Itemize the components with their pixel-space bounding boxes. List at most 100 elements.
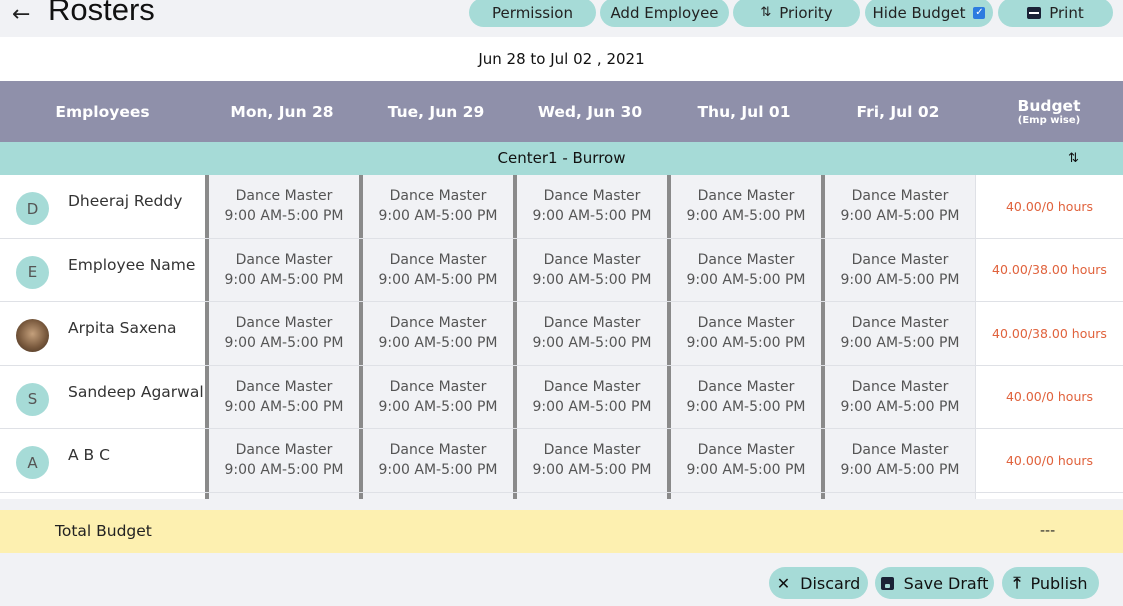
employee-name[interactable]: Sandeep Agarwal: [68, 383, 204, 401]
shift-time: 9:00 AM-5:00 PM: [840, 208, 960, 224]
shift-cell[interactable]: Dance Master 9:00 AM-5:00 PM: [821, 302, 975, 365]
shift-cell[interactable]: Dance Master 9:00 AM-5:00 PM: [205, 429, 359, 492]
arrow-left-icon[interactable]: ←: [12, 2, 30, 27]
shift-cell[interactable]: [667, 492, 821, 499]
column-header-day: Fri, Jul 02: [856, 102, 940, 121]
shift-cell[interactable]: Dance Master 9:00 AM-5:00 PM: [667, 238, 821, 301]
discard-button[interactable]: ✕ Discard: [769, 567, 868, 599]
shift-cell[interactable]: Dance Master 9:00 AM-5:00 PM: [821, 429, 975, 492]
table-row: AA B C Dance Master 9:00 AM-5:00 PM Dance M…: [0, 429, 1123, 493]
save-draft-button[interactable]: Save Draft: [875, 567, 994, 599]
roster-table-body: D Dheeraj Reddy Dance Master 9:00 AM-5:00 P…: [0, 175, 1123, 499]
shift-cell[interactable]: Dance Master 9:00 AM-5:00 PM: [359, 175, 513, 238]
shift-role: Dance Master: [389, 378, 487, 395]
shift-cell[interactable]: Dance Master 9:00 AM-5:00 PM: [513, 238, 667, 301]
shift-cell[interactable]: Dance Master 9:00 AM-5:00 PM: [513, 365, 667, 428]
shift-cell[interactable]: Dance Master 9:00 AM-5:00 PM: [821, 365, 975, 428]
table-row: E Employee Name Dance Master 9:00 AM-5:00 P…: [0, 238, 1123, 302]
shift-cell[interactable]: Dance Master 9:00 AM-5:00 PM: [821, 175, 975, 238]
shift-cell[interactable]: Dance Master 9:00 AM-5:00 PM: [205, 365, 359, 428]
employee-cell: [0, 492, 205, 499]
shift-cell[interactable]: [359, 492, 513, 499]
shift-time: 9:00 AM-5:00 PM: [840, 462, 960, 478]
date-range: Jun 28 to Jul 02 , 2021: [0, 37, 1123, 81]
shift-role: Dance Master: [235, 442, 333, 458]
hide-budget-label: Hide Budget: [872, 3, 966, 22]
shift-cell[interactable]: Dance Master 9:00 AM-5:00 PM: [667, 175, 821, 238]
shift-cell[interactable]: Dance Master 9:00 AM-5:00 PM: [359, 302, 513, 365]
print-label: Print: [1049, 3, 1084, 22]
shift-time: 9:00 AM-5:00 PM: [378, 208, 498, 224]
table-row: D Dheeraj Reddy Dance Master 9:00 AM-5:00 P…: [0, 175, 1123, 239]
employee-budget: 40.00/0 hours: [975, 429, 1123, 492]
shift-role: Dance Master: [697, 251, 795, 268]
shift-time: 9:00 AM-5:00 PM: [224, 398, 344, 415]
add-employee-button[interactable]: Add Employee: [600, 0, 729, 27]
shift-cell[interactable]: Dance Master 9:00 AM-5:00 PM: [513, 175, 667, 238]
shift-cell[interactable]: Dance Master 9:00 AM-5:00 PM: [359, 238, 513, 301]
publish-upload-icon: ⤒: [1013, 573, 1021, 592]
sort-priority-icon[interactable]: ⇅: [1068, 142, 1079, 175]
column-header-day: Mon, Jun 28: [230, 102, 334, 121]
checkbox-checked-icon[interactable]: ✓: [973, 6, 986, 19]
shift-time: 9:00 AM-5:00 PM: [532, 208, 652, 224]
shift-time: 9:00 AM-5:00 PM: [378, 271, 498, 288]
shift-cell[interactable]: Dance Master 9:00 AM-5:00 PM: [205, 175, 359, 238]
avatar: A: [16, 446, 49, 479]
hide-budget-toggle[interactable]: Hide Budget ✓: [865, 0, 993, 27]
permission-button[interactable]: Permission: [469, 0, 596, 27]
shift-cell[interactable]: Dance Master 9:00 AM-5:00 PM: [513, 302, 667, 365]
shift-role: Dance Master: [235, 188, 333, 204]
publish-button[interactable]: ⤒ Publish: [1002, 567, 1099, 599]
shift-cell[interactable]: [205, 492, 359, 499]
shift-time: 9:00 AM-5:00 PM: [840, 271, 960, 288]
shift-cell[interactable]: [513, 492, 667, 499]
shift-time: 9:00 AM-5:00 PM: [840, 335, 960, 351]
shift-role: Dance Master: [851, 315, 949, 331]
shift-cell[interactable]: Dance Master 9:00 AM-5:00 PM: [667, 365, 821, 428]
table-header: Employees Mon, Jun 28 Tue, Jun 29 Wed, J…: [0, 81, 1123, 142]
employee-name[interactable]: Arpita Saxena: [68, 319, 177, 337]
shift-cell[interactable]: Dance Master 9:00 AM-5:00 PM: [667, 429, 821, 492]
shift-cell[interactable]: Dance Master 9:00 AM-5:00 PM: [359, 365, 513, 428]
shift-role: Dance Master: [543, 251, 641, 268]
shift-cell[interactable]: [821, 492, 975, 499]
shift-cell[interactable]: Dance Master 9:00 AM-5:00 PM: [205, 302, 359, 365]
total-budget-row: Total Budget ---: [0, 510, 1123, 553]
shift-role: Dance Master: [543, 315, 641, 331]
shift-time: 9:00 AM-5:00 PM: [532, 335, 652, 351]
priority-button[interactable]: ⇅ Priority: [733, 0, 860, 27]
employee-name[interactable]: Dheeraj Reddy: [68, 192, 182, 210]
shift-role: Dance Master: [389, 315, 487, 331]
print-icon: [1027, 6, 1042, 19]
employee-name[interactable]: A B C: [68, 446, 110, 464]
employee-name[interactable]: Employee Name: [68, 256, 195, 274]
shift-role: Dance Master: [235, 315, 333, 331]
shift-cell[interactable]: Dance Master 9:00 AM-5:00 PM: [205, 238, 359, 301]
shift-role: Dance Master: [851, 188, 949, 204]
shift-cell[interactable]: Dance Master 9:00 AM-5:00 PM: [513, 429, 667, 492]
print-button[interactable]: Print: [998, 0, 1113, 27]
shift-time: 9:00 AM-5:00 PM: [686, 462, 806, 478]
shift-time: 9:00 AM-5:00 PM: [840, 398, 960, 415]
sort-priority-icon: ⇅: [760, 5, 772, 20]
close-icon: ✕: [776, 573, 791, 593]
employee-budget: 40.00/0 hours: [975, 365, 1123, 428]
shift-time: 9:00 AM-5:00 PM: [686, 271, 806, 288]
page-title: Rosters: [48, 0, 155, 27]
shift-cell[interactable]: Dance Master 9:00 AM-5:00 PM: [667, 302, 821, 365]
table-row: Arpita Saxena Dance Master 9:00 AM-5:00 PM…: [0, 302, 1123, 366]
shift-cell[interactable]: Dance Master 9:00 AM-5:00 PM: [821, 238, 975, 301]
shift-role: Dance Master: [851, 251, 949, 268]
shift-time: 9:00 AM-5:00 PM: [686, 335, 806, 351]
shift-time: 9:00 AM-5:00 PM: [224, 208, 344, 224]
column-header-day: Tue, Jun 29: [387, 102, 485, 121]
employee-budget: 40.00/38.00 hours: [975, 302, 1123, 365]
employee-budget: [975, 492, 1123, 499]
shift-cell[interactable]: Dance Master 9:00 AM-5:00 PM: [359, 429, 513, 492]
top-bar: ← Rosters Permission Add Employee ⇅ Prio…: [0, 0, 1123, 37]
shift-time: 9:00 AM-5:00 PM: [378, 398, 498, 415]
column-header-employees: Employees: [55, 102, 150, 121]
add-employee-label: Add Employee: [610, 3, 719, 22]
shift-time: 9:00 AM-5:00 PM: [378, 335, 498, 351]
